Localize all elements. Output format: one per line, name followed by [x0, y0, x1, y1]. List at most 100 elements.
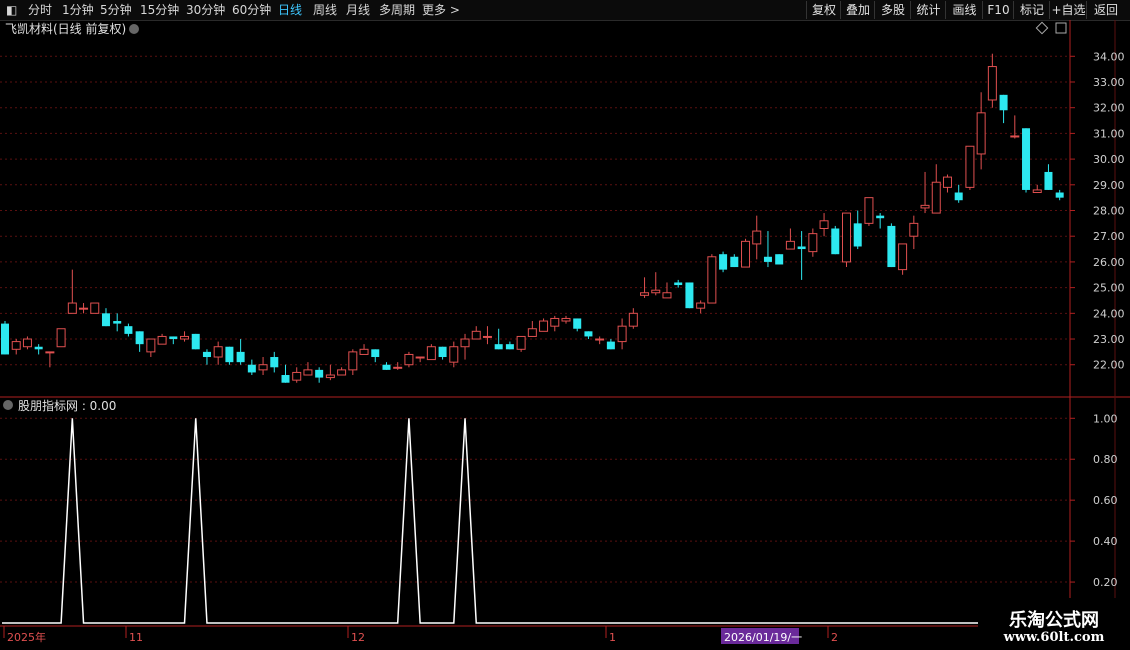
candle-body-up — [146, 338, 156, 353]
toolbar-button-3[interactable]: 统计 — [910, 1, 946, 19]
candle-body-down — [685, 282, 694, 309]
panel-toggle-icon[interactable] — [1055, 22, 1067, 34]
price-tick-label: 25.00 — [1093, 282, 1125, 295]
period-tab-8[interactable]: 月线 — [346, 2, 370, 18]
candle-body-up — [741, 240, 751, 268]
candle-body-up — [785, 240, 795, 250]
candle-body-up — [157, 335, 167, 345]
price-tick-label: 34.00 — [1093, 50, 1125, 63]
title-dropdown-icon[interactable] — [129, 24, 139, 34]
candle-body-up — [976, 112, 986, 155]
period-tab-6[interactable]: 日线 — [278, 2, 302, 18]
candle-body-up — [56, 328, 66, 348]
date-label: 11 — [129, 631, 143, 644]
candle-body-up — [415, 356, 425, 359]
indicator-tick-label: 1.00 — [1093, 412, 1118, 425]
candle-body-down — [438, 346, 447, 358]
date-highlight-label: 2026/01/19/一 — [724, 631, 802, 644]
toolbar-button-4[interactable]: 画线 — [945, 1, 983, 19]
diamond-icon[interactable] — [1035, 21, 1049, 35]
toolbar-button-1[interactable]: 叠加 — [840, 1, 875, 19]
candle-body-up — [617, 325, 627, 343]
date-label: 12 — [351, 631, 365, 644]
watermark: 乐淘公式网 www.60lt.com — [978, 598, 1130, 650]
candle-body-up — [426, 346, 436, 361]
candle-body-down — [775, 254, 784, 265]
toolbar-button-7[interactable]: +自选 — [1049, 1, 1087, 19]
candle-body-up — [819, 220, 829, 229]
candle-body-down — [999, 94, 1008, 111]
toolbar-button-5[interactable]: F10 — [982, 1, 1014, 19]
candle-body-up — [808, 233, 818, 253]
candle-body-up — [696, 302, 706, 309]
candle-body-up — [965, 145, 975, 188]
indicator-tick-label: 0.60 — [1093, 494, 1118, 507]
candle-body-down — [887, 225, 896, 268]
candle-body-up — [292, 371, 302, 381]
candle-body-up — [628, 312, 638, 327]
candle-body-up — [752, 230, 762, 245]
candle-body-down — [876, 215, 885, 219]
candle-body-down — [494, 344, 503, 350]
candle-body-down — [247, 364, 256, 373]
chart-title: 飞凯材料(日线 前复权) — [5, 21, 126, 36]
candle-body-up — [987, 66, 997, 101]
candle-body-down — [135, 331, 144, 345]
indicator-line — [2, 418, 1063, 624]
period-tab-2[interactable]: 5分钟 — [100, 2, 132, 18]
watermark-title: 乐淘公式网 — [1009, 610, 1099, 631]
toolbar-button-0[interactable]: 复权 — [806, 1, 841, 19]
candle-body-down — [853, 223, 862, 247]
toolbar-button-8[interactable]: 返回 — [1086, 1, 1125, 19]
candle-body-up — [707, 256, 717, 304]
candle-body-up — [22, 338, 32, 348]
period-tab-4[interactable]: 30分钟 — [186, 2, 225, 18]
candle-body-down — [954, 192, 963, 201]
candle-body-down — [1022, 128, 1031, 190]
candle-body-up — [595, 338, 605, 341]
candle-body-down — [191, 333, 200, 350]
indicator-tick-label: 0.40 — [1093, 535, 1118, 548]
candle-body-down — [281, 375, 290, 383]
candle-body-up — [258, 364, 268, 371]
candle-body-down — [1055, 192, 1064, 198]
price-tick-label: 27.00 — [1093, 230, 1125, 243]
candle-body-down — [270, 357, 279, 368]
toolbar-button-6[interactable]: 标记 — [1013, 1, 1050, 19]
candle-body-down — [584, 331, 593, 337]
candle-body-down — [763, 256, 772, 262]
period-tab-5[interactable]: 60分钟 — [232, 2, 271, 18]
watermark-url: www.60lt.com — [1003, 630, 1105, 645]
candle-body-up — [337, 369, 347, 376]
period-tab-3[interactable]: 15分钟 — [140, 2, 179, 18]
indicator-dropdown-icon[interactable] — [3, 400, 13, 410]
candle-body-up — [920, 204, 930, 209]
candle-body-down — [225, 346, 234, 363]
period-tab-7[interactable]: 周线 — [313, 2, 337, 18]
candle-body-up — [539, 320, 549, 332]
indicator-tick-label: 0.80 — [1093, 453, 1118, 466]
period-tab-1[interactable]: 1分钟 — [62, 2, 94, 18]
candle-body-up — [325, 374, 335, 379]
period-tab-9[interactable]: 多周期 — [379, 2, 415, 18]
candle-body-down — [236, 351, 245, 363]
date-label: 2 — [831, 631, 838, 644]
candle-body-down — [169, 336, 178, 340]
kline-chart: 22.00 23.00 24.00 25.00 26.00 27.00 28.00 29.00… — [0, 20, 1130, 650]
candle-body-up — [1032, 189, 1042, 194]
candle-body-down — [101, 313, 110, 327]
candle-body-up — [180, 335, 190, 340]
price-tick-label: 29.00 — [1093, 179, 1125, 192]
candle-body-up — [11, 341, 21, 350]
date-label: 1 — [609, 631, 616, 644]
window-icon[interactable]: ◧ — [6, 2, 17, 18]
period-tab-0[interactable]: 分时 — [28, 2, 52, 18]
candle-body-up — [909, 222, 919, 237]
price-tick-label: 30.00 — [1093, 153, 1125, 166]
toolbar-button-2[interactable]: 多股 — [874, 1, 911, 19]
price-tick-label: 31.00 — [1093, 127, 1125, 140]
candle-body-up — [460, 338, 470, 348]
candle-body-up — [662, 292, 672, 299]
candle-body-up — [213, 346, 223, 358]
period-tab-10[interactable]: 更多 > — [422, 2, 460, 18]
